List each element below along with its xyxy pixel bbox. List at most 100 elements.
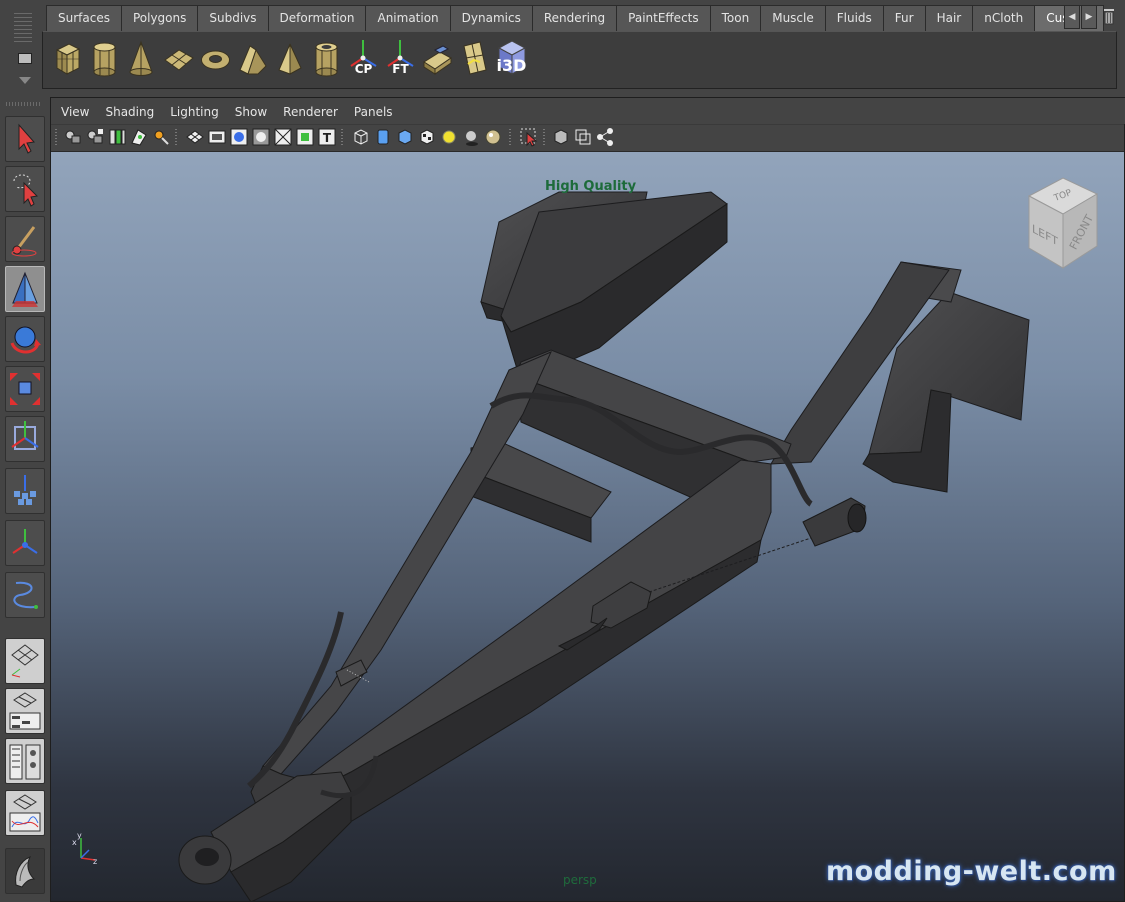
svg-text:T: T (323, 131, 332, 145)
menu-panels[interactable]: Panels (354, 98, 401, 124)
center-pivot-label: CP (354, 62, 373, 76)
tab-toon[interactable]: Toon (709, 5, 762, 31)
toolbox-grip (6, 102, 42, 106)
shelf-grip-dots (14, 13, 32, 43)
xray-joints-icon[interactable] (573, 127, 593, 147)
film-gate-icon[interactable] (207, 127, 227, 147)
field-chart-icon[interactable] (273, 127, 293, 147)
grid-icon[interactable] (185, 127, 205, 147)
toolbar-separator (175, 129, 177, 147)
image-plane-icon[interactable] (129, 127, 149, 147)
persp-graph-layout-icon[interactable] (5, 738, 45, 784)
show-manipulator-tool[interactable] (5, 520, 45, 566)
toolbar-separator (341, 129, 343, 147)
axis-z-label: z (93, 857, 97, 866)
i3d-export-icon[interactable]: i3D (495, 36, 528, 82)
resolution-gate-icon[interactable] (229, 127, 249, 147)
poly-torus-icon[interactable] (199, 36, 232, 82)
panel-menu-bar: View Shading Lighting Show Renderer Pane… (51, 98, 1125, 124)
tab-painteffects[interactable]: PaintEffects (616, 5, 711, 31)
soft-modification-tool[interactable] (5, 468, 45, 514)
view-cube[interactable]: TOP LEFT FRONT (1021, 174, 1106, 274)
axis-x-label: x (72, 838, 77, 847)
tab-surfaces[interactable]: Surfaces (46, 5, 122, 31)
persp-outliner-layout-icon[interactable] (5, 688, 45, 734)
menu-shading[interactable]: Shading (105, 98, 162, 124)
menu-view[interactable]: View (61, 98, 97, 124)
perspective-viewport[interactable]: High Quality TOP LEFT FRONT y x z persp (51, 152, 1124, 901)
model-panel: View Shading Lighting Show Renderer Pane… (50, 97, 1125, 902)
poly-plane-icon[interactable] (162, 36, 195, 82)
tab-deformation[interactable]: Deformation (267, 5, 367, 31)
shadows-icon[interactable] (461, 127, 481, 147)
xray-icon[interactable] (551, 127, 571, 147)
share-icon[interactable] (595, 127, 615, 147)
shelf-menu-arrow-icon[interactable] (19, 77, 31, 84)
move-tool[interactable] (5, 266, 45, 312)
paint-select-tool[interactable] (5, 216, 45, 262)
menu-renderer[interactable]: Renderer (283, 98, 346, 124)
axis-gizmo: y x z (69, 830, 103, 866)
gate-mask-icon[interactable] (251, 127, 271, 147)
smooth-shade-icon[interactable] (373, 127, 393, 147)
menu-lighting[interactable]: Lighting (170, 98, 227, 124)
menu-show[interactable]: Show (235, 98, 275, 124)
wireframe-icon[interactable] (351, 127, 371, 147)
isolate-select-icon[interactable] (519, 127, 539, 147)
textured-icon[interactable] (417, 127, 437, 147)
poly-cube-icon[interactable] (51, 36, 84, 82)
select-camera-icon[interactable] (63, 127, 83, 147)
center-pivot-icon[interactable]: CP (347, 36, 380, 82)
tab-muscle[interactable]: Muscle (760, 5, 826, 31)
select-tool[interactable] (5, 116, 45, 162)
camera-attributes-icon[interactable] (85, 127, 105, 147)
scale-tool[interactable] (5, 366, 45, 412)
bookmarks-icon[interactable] (107, 127, 127, 147)
tab-ncloth[interactable]: nCloth (972, 5, 1036, 31)
shelf-editor-icon[interactable] (18, 53, 32, 64)
axis-y-label: y (77, 831, 82, 840)
trash-icon[interactable] (1102, 5, 1116, 27)
shelf-panel: CP FT i3D (42, 31, 1117, 89)
tab-subdivs[interactable]: Subdivs (197, 5, 269, 31)
tab-rendering[interactable]: Rendering (531, 5, 618, 31)
two-d-pan-zoom-icon[interactable] (151, 127, 171, 147)
persp-graph-editor-layout-icon[interactable] (5, 790, 45, 836)
tab-dynamics[interactable]: Dynamics (449, 5, 533, 31)
shelf-bar: Surfaces Polygons Subdivs Deformation An… (0, 0, 1125, 96)
poly-cone-icon[interactable] (125, 36, 158, 82)
tab-scroll-left-icon[interactable]: ◀ (1064, 5, 1080, 29)
default-material-icon[interactable] (395, 127, 415, 147)
tab-fur[interactable]: Fur (882, 5, 926, 31)
use-all-lights-icon[interactable] (439, 127, 459, 147)
poly-cylinder-icon[interactable] (88, 36, 121, 82)
high-quality-icon[interactable] (483, 127, 503, 147)
high-quality-label: High Quality (545, 179, 637, 194)
shelf-tabs: Surfaces Polygons Subdivs Deformation An… (46, 5, 1105, 31)
poly-pyramid-icon[interactable] (273, 36, 306, 82)
last-tool-used[interactable] (5, 572, 45, 618)
tab-scroll-right-icon[interactable]: ▶ (1081, 5, 1097, 29)
poly-pipe-icon[interactable] (310, 36, 343, 82)
tab-animation[interactable]: Animation (365, 5, 451, 31)
trailer-model[interactable] (51, 152, 1124, 901)
tab-polygons[interactable]: Polygons (120, 5, 199, 31)
safe-action-icon[interactable] (295, 127, 315, 147)
toolbar-separator (543, 129, 545, 147)
tab-hair[interactable]: Hair (924, 5, 974, 31)
single-perspective-layout-icon[interactable] (5, 638, 45, 684)
universal-manipulator-tool[interactable] (5, 416, 45, 462)
i3d-label: i3D (496, 56, 527, 75)
uv-icon[interactable] (458, 36, 491, 82)
toolbox (0, 96, 50, 900)
freeze-transforms-icon[interactable]: FT (384, 36, 417, 82)
poly-prism-icon[interactable] (236, 36, 269, 82)
toolbar-separator (55, 129, 57, 147)
extrude-icon[interactable] (421, 36, 454, 82)
tab-fluids[interactable]: Fluids (824, 5, 884, 31)
safe-title-icon[interactable]: T (317, 127, 337, 147)
rotate-tool[interactable] (5, 316, 45, 362)
lasso-tool[interactable] (5, 166, 45, 212)
shelf-grip[interactable] (10, 5, 40, 91)
camera-name-label: persp (563, 873, 597, 887)
